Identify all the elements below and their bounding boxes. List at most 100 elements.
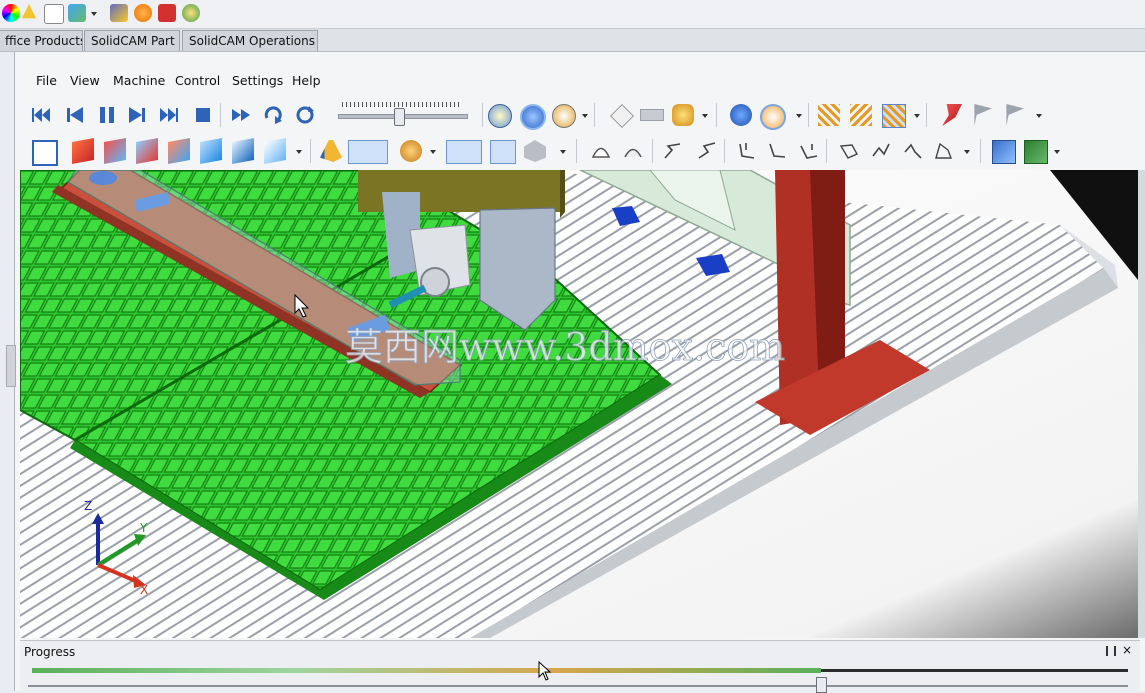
stock-display-icon[interactable]: [490, 140, 516, 164]
path-curve-icon[interactable]: [662, 140, 684, 162]
fast-forward-icon[interactable]: [230, 104, 252, 126]
gear-settings-icon[interactable]: [672, 104, 694, 126]
dropdown-icon[interactable]: [582, 114, 588, 118]
bell-icon[interactable]: [21, 4, 37, 19]
dropdown-icon[interactable]: [560, 150, 566, 154]
toolbar-separator: [652, 139, 653, 163]
host-toolbar: [0, 0, 1145, 29]
mouse-cursor: [538, 661, 552, 681]
panel-close-button[interactable]: ×: [1122, 643, 1132, 657]
globe-view-icon[interactable]: [520, 104, 546, 130]
tool-path-c-icon[interactable]: [798, 140, 820, 162]
link-path-c-icon[interactable]: [902, 140, 924, 162]
view-back-icon[interactable]: [200, 138, 222, 164]
menu-settings[interactable]: Settings: [232, 72, 283, 90]
dropdown-icon[interactable]: [296, 150, 302, 154]
dropdown-icon[interactable]: [914, 114, 920, 118]
view-top-icon[interactable]: [104, 138, 126, 164]
dropdown-icon[interactable]: [702, 114, 708, 118]
menu-help[interactable]: Help: [292, 72, 321, 90]
arrow-check-icon[interactable]: [68, 4, 86, 22]
gear-icon[interactable]: [134, 4, 152, 22]
tool-path-b-icon[interactable]: [766, 140, 788, 162]
bar-icon[interactable]: [640, 109, 664, 121]
view-front-icon[interactable]: [72, 138, 94, 164]
tool-path-icon[interactable]: [736, 140, 758, 162]
shaded-sphere-icon[interactable]: [730, 104, 752, 126]
machine-scene: 莫西网www.3dmox.com Z Y X: [20, 170, 1138, 638]
flag-icon[interactable]: [974, 104, 992, 126]
toolpath-selected-icon[interactable]: [882, 104, 906, 128]
toolbar-views: [20, 134, 1140, 166]
flag-alt-icon[interactable]: [1006, 104, 1024, 126]
pin-icon[interactable]: [1106, 646, 1116, 656]
fixture-icon[interactable]: [524, 140, 546, 162]
view-left-icon[interactable]: [168, 138, 190, 164]
speed-slider[interactable]: [338, 102, 468, 126]
link-path-d-icon[interactable]: [932, 140, 954, 162]
slider-ticks: [342, 102, 462, 107]
dropdown-icon[interactable]: [1054, 150, 1060, 154]
zoom-fit-icon[interactable]: [32, 140, 58, 166]
tool-display-icon[interactable]: [320, 140, 342, 162]
machine-display-icon[interactable]: [446, 140, 482, 164]
stop-icon[interactable]: [192, 104, 214, 126]
toolpath-icon[interactable]: [818, 104, 840, 126]
step-back-icon[interactable]: [64, 104, 86, 126]
progress-title: Progress: [24, 645, 76, 659]
dropdown-icon[interactable]: [430, 150, 436, 154]
eraser-icon[interactable]: [610, 104, 634, 128]
pause-icon[interactable]: [96, 104, 118, 126]
menu-machine[interactable]: Machine: [113, 72, 165, 90]
right-panel-strip: [1138, 170, 1145, 638]
link-path-b-icon[interactable]: [870, 140, 892, 162]
redo-icon[interactable]: [262, 104, 284, 126]
globe-icon[interactable]: [182, 4, 200, 22]
progress-panel: Progress ×: [20, 640, 1140, 693]
view-bottom-icon[interactable]: [232, 138, 254, 164]
axis-z-label: Z: [84, 499, 92, 513]
pin-red-icon[interactable]: [942, 104, 962, 126]
3d-viewport[interactable]: 莫西网www.3dmox.com Z Y X: [20, 170, 1138, 638]
holder-display-icon[interactable]: [348, 140, 388, 164]
refresh-icon[interactable]: [294, 104, 316, 126]
surface-icon[interactable]: [590, 140, 612, 162]
menu-view[interactable]: View: [70, 72, 100, 90]
splitter-handle[interactable]: [6, 345, 16, 387]
dropdown-icon[interactable]: [1036, 114, 1042, 118]
toolbar-separator: [310, 139, 311, 163]
color-wheel-icon[interactable]: [2, 4, 20, 22]
clock-icon[interactable]: [488, 104, 512, 128]
spindle-icon[interactable]: [400, 140, 422, 162]
dropdown-icon[interactable]: [796, 114, 802, 118]
view-right-icon[interactable]: [136, 138, 158, 164]
tool-chuck: [420, 267, 450, 297]
slider-thumb[interactable]: [394, 108, 405, 126]
toolbar-separator: [826, 139, 827, 163]
toolbar-separator: [482, 103, 483, 127]
link-path-icon[interactable]: [838, 140, 860, 162]
surface-alt-icon[interactable]: [622, 140, 644, 162]
path-curve-alt-icon[interactable]: [696, 140, 718, 162]
skip-end-icon[interactable]: [158, 104, 180, 126]
toolbar-playback: [20, 98, 1140, 130]
copy-icon[interactable]: [44, 4, 64, 24]
skip-start-icon[interactable]: [30, 104, 52, 126]
step-forward-icon[interactable]: [126, 104, 148, 126]
menu-file[interactable]: File: [36, 72, 57, 90]
stop-red-icon[interactable]: [158, 4, 176, 22]
tab-solidcam-operations[interactable]: SolidCAM Operations: [182, 30, 318, 51]
add-view-icon[interactable]: [992, 140, 1016, 164]
target-icon[interactable]: [760, 104, 786, 130]
tab-solidcam-part[interactable]: SolidCAM Part: [84, 30, 180, 51]
toolpath-alt-icon[interactable]: [850, 104, 872, 126]
tab-office-products[interactable]: ffice Products: [0, 30, 83, 51]
layer-icon[interactable]: [1024, 140, 1048, 164]
nc-icon[interactable]: [552, 104, 576, 128]
view-iso-icon[interactable]: [264, 138, 286, 164]
menu-control[interactable]: Control: [175, 72, 220, 90]
dropdown-icon[interactable]: [90, 4, 98, 22]
dropdown-icon[interactable]: [964, 150, 970, 154]
tools-icon[interactable]: [110, 4, 128, 22]
scrub-track: [28, 685, 1128, 687]
